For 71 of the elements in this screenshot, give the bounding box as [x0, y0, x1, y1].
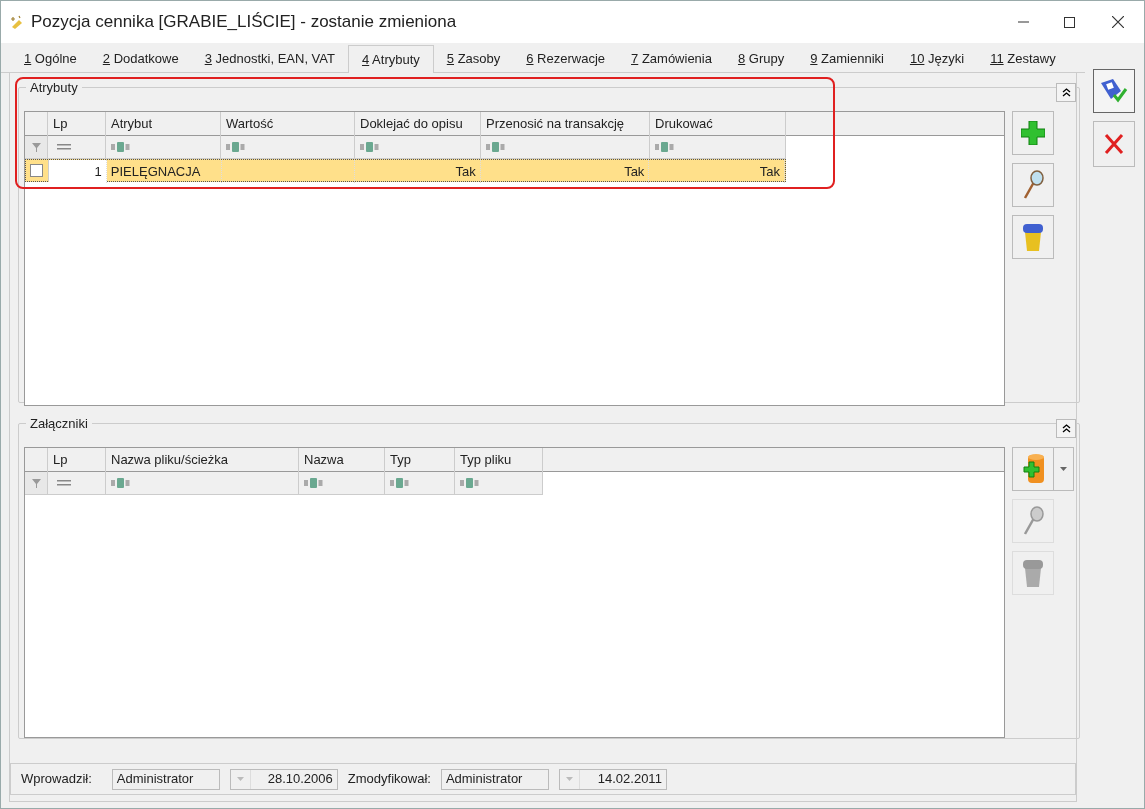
- filter-cell[interactable]: [355, 136, 481, 159]
- tab[interactable]: 4 Atrybuty: [347, 45, 434, 73]
- field-label: Zmodyfikował:: [347, 770, 431, 789]
- tab[interactable]: 6 Rezerwacje: [513, 46, 619, 72]
- window-title: Pozycja cennika [GRABIE_LIŚCIE] - zostanie zmieniona: [31, 11, 457, 34]
- filter-cell[interactable]: [650, 136, 786, 159]
- tab[interactable]: 7 Zamówienia: [618, 46, 725, 72]
- funnel-icon: [31, 478, 41, 488]
- tab[interactable]: 5 Zasoby: [433, 46, 514, 72]
- field-label: Wprowadził:: [21, 770, 92, 789]
- add-file-button[interactable]: [1012, 447, 1054, 491]
- tab[interactable]: 3 Jednostki, EAN, VAT: [191, 46, 348, 72]
- add-button[interactable]: [1012, 111, 1054, 155]
- view-button[interactable]: [1012, 163, 1054, 207]
- cancel-button[interactable]: [1093, 121, 1135, 167]
- dropdown-button[interactable]: [1054, 447, 1074, 491]
- equals-filter-icon: [57, 480, 71, 486]
- equals-filter-icon: [57, 144, 71, 150]
- funnel-icon: [31, 142, 41, 152]
- table-cell: Tak: [480, 160, 650, 183]
- date-field: 14.02.2011: [558, 768, 667, 790]
- close-icon: [1104, 133, 1124, 155]
- minimize-icon: [1017, 21, 1029, 23]
- text-filter-icon: [460, 478, 480, 488]
- filter-cell[interactable]: [106, 136, 221, 159]
- filter-cell[interactable]: [221, 136, 355, 159]
- text-filter-icon: [226, 142, 246, 152]
- caret-icon: [1060, 467, 1067, 471]
- filter-cell[interactable]: [481, 136, 650, 159]
- tab[interactable]: 2 Dodatkowe: [89, 46, 192, 72]
- magnifier-icon: [1022, 170, 1044, 200]
- row-checkbox[interactable]: [30, 164, 44, 177]
- text-filter-icon: [304, 478, 324, 488]
- text-filter-icon: [360, 142, 380, 152]
- table-cell: Tak: [649, 160, 785, 183]
- collapse-button[interactable]: [1056, 83, 1076, 102]
- double-chevron-up-icon: [1061, 88, 1071, 97]
- save-button[interactable]: [1093, 69, 1135, 113]
- double-chevron-up-icon: [1061, 424, 1071, 433]
- maximize-icon: [1063, 16, 1075, 28]
- delete-button[interactable]: [1012, 215, 1054, 259]
- filter-cell[interactable]: [48, 136, 106, 159]
- trash-bin-icon: [1022, 558, 1044, 588]
- text-filter-icon: [111, 142, 131, 152]
- collapse-button[interactable]: [1056, 419, 1076, 438]
- filter-cell[interactable]: [455, 472, 543, 495]
- date-field: 28.10.2006: [229, 768, 338, 790]
- table-cell: 1: [48, 160, 107, 183]
- table-cell: Tak: [355, 160, 481, 183]
- text-filter-icon: [390, 478, 410, 488]
- tab[interactable]: 9 Zamienniki: [797, 46, 897, 72]
- close-icon: [1112, 16, 1124, 28]
- floppy-disk-check-icon: [1099, 77, 1129, 105]
- cylinder-plus-icon: [1020, 453, 1046, 485]
- text-filter-icon: [111, 478, 131, 488]
- filter-cell[interactable]: [299, 472, 385, 495]
- plus-icon: [1021, 121, 1045, 145]
- app-icon: [9, 15, 25, 29]
- filter-cell[interactable]: [385, 472, 455, 495]
- text-filter-icon: [486, 142, 506, 152]
- tab[interactable]: 1 Ogólne: [11, 46, 90, 72]
- tab[interactable]: 10 Języki: [896, 46, 978, 72]
- text-filter-icon: [655, 142, 675, 152]
- filter-cell[interactable]: [106, 472, 299, 495]
- tab[interactable]: 11 Zestawy: [977, 46, 1069, 72]
- filter-cell[interactable]: [48, 472, 106, 495]
- tab[interactable]: 8 Grupy: [724, 46, 798, 72]
- table-row[interactable]: 1 PIELĘGNACJA Tak Tak Tak: [25, 159, 786, 182]
- magnifier-icon: [1022, 506, 1044, 536]
- table-cell: PIELĘGNACJA: [106, 160, 222, 183]
- trash-bin-icon: [1022, 222, 1044, 252]
